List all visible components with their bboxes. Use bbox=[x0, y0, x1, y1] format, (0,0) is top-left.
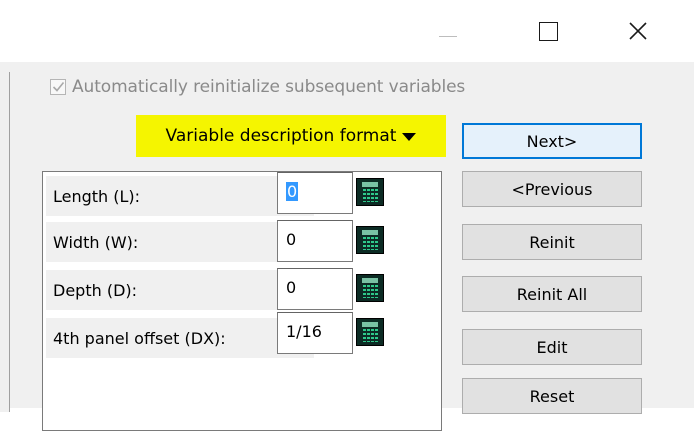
title-bar bbox=[0, 0, 694, 62]
variable-label: Width (W): bbox=[53, 232, 139, 252]
reinit-all-button[interactable]: Reinit All bbox=[462, 276, 642, 312]
variable-label: Length (L): bbox=[53, 186, 141, 206]
maximize-icon bbox=[538, 21, 558, 41]
auto-reinit-label: Automatically reinitialize subsequent va… bbox=[72, 77, 466, 97]
auto-reinit-checkbox[interactable] bbox=[50, 79, 66, 95]
close-button[interactable] bbox=[608, 0, 668, 62]
panel-offset-value: 1/16 bbox=[286, 322, 322, 341]
format-menu-label: Variable description format bbox=[165, 126, 397, 146]
variable-row-depth: Depth (D): bbox=[46, 270, 314, 310]
reset-button[interactable]: Reset bbox=[462, 378, 642, 414]
auto-reinit-option: Automatically reinitialize subsequent va… bbox=[50, 77, 465, 97]
minimize-button[interactable] bbox=[418, 0, 478, 62]
variable-label: Depth (D): bbox=[53, 280, 138, 300]
variable-row-length: Length (L): bbox=[46, 176, 314, 216]
calculator-icon[interactable] bbox=[356, 178, 384, 206]
close-icon bbox=[629, 22, 647, 40]
width-value: 0 bbox=[286, 230, 297, 249]
calculator-icon[interactable] bbox=[356, 274, 384, 302]
depth-input[interactable]: 0 bbox=[277, 268, 353, 310]
variable-description-format-menu[interactable]: Variable description format bbox=[136, 115, 446, 157]
previous-button[interactable]: <Previous bbox=[462, 171, 642, 207]
minimize-icon bbox=[439, 35, 457, 37]
variable-row-width: Width (W): bbox=[46, 222, 314, 262]
reinit-button[interactable]: Reinit bbox=[462, 224, 642, 260]
length-input[interactable]: 0 bbox=[277, 172, 353, 214]
side-panel-edge bbox=[0, 72, 10, 412]
variable-label: 4th panel offset (DX): bbox=[53, 328, 226, 348]
dropdown-arrow-icon bbox=[402, 133, 417, 141]
length-value: 0 bbox=[286, 182, 299, 201]
dialog-body: Automatically reinitialize subsequent va… bbox=[0, 62, 694, 431]
depth-value: 0 bbox=[286, 278, 297, 297]
calculator-icon[interactable] bbox=[356, 226, 384, 254]
variable-row-panel-offset: 4th panel offset (DX): bbox=[46, 318, 314, 358]
calculator-icon[interactable] bbox=[356, 318, 384, 346]
check-icon bbox=[52, 81, 65, 92]
next-button[interactable]: Next> bbox=[462, 123, 642, 159]
edit-button[interactable]: Edit bbox=[462, 329, 642, 365]
variables-panel: Length (L): 0 Width (W): 0 Depth (D): 0 … bbox=[42, 171, 442, 431]
panel-offset-input[interactable]: 1/16 bbox=[277, 312, 353, 354]
width-input[interactable]: 0 bbox=[277, 220, 353, 262]
maximize-button[interactable] bbox=[518, 0, 578, 62]
